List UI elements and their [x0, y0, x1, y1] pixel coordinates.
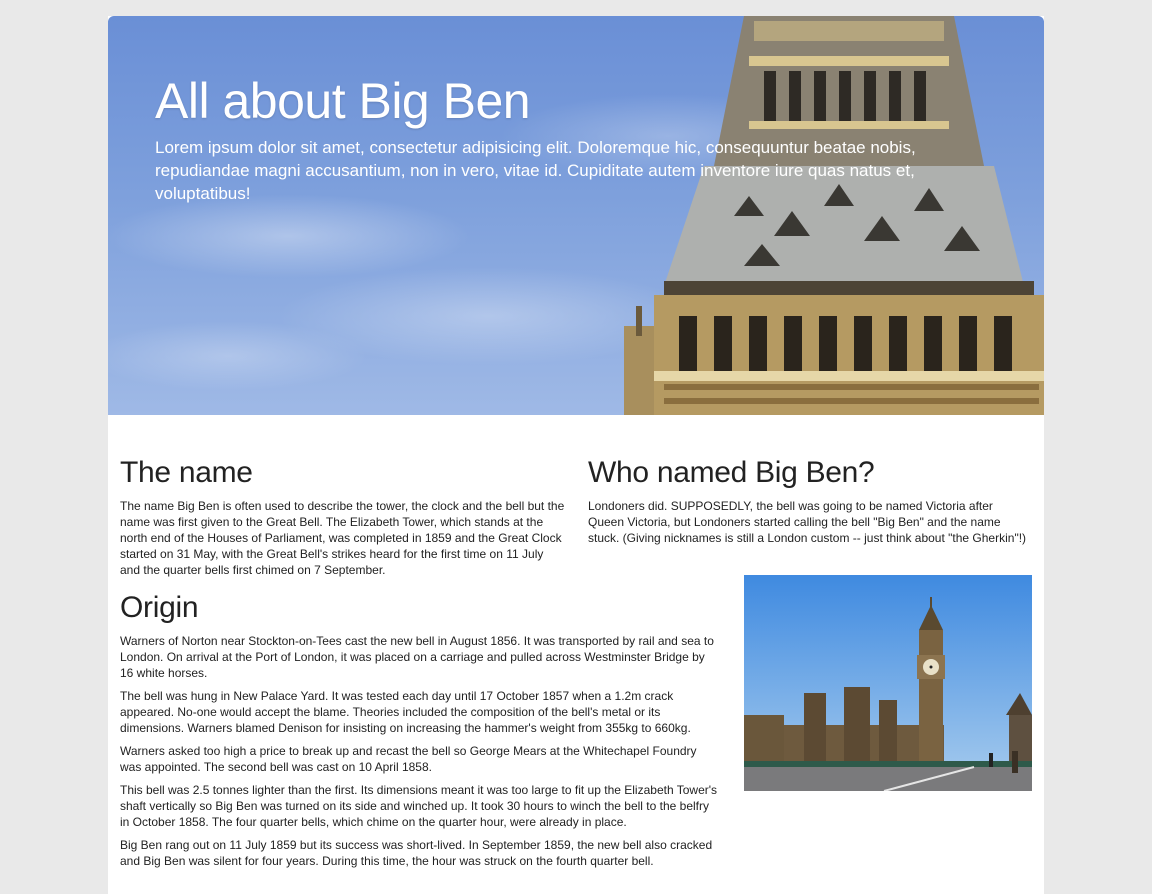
hero-title: All about Big Ben [155, 73, 531, 129]
westminster-photo [744, 575, 1032, 791]
page-container: All about Big Ben Lorem ipsum dolor sit … [108, 16, 1044, 894]
hero-jumbotron: All about Big Ben Lorem ipsum dolor sit … [108, 16, 1044, 415]
section-the-name: The name The name Big Ben is often used … [120, 456, 566, 578]
section-who-named: Who named Big Ben? Londoners did. SUPPOS… [588, 456, 1028, 546]
section-body: Londoners did. SUPPOSEDLY, the bell was … [588, 499, 1027, 545]
section-origin: Origin Warners of Norton near Stockton-o… [120, 591, 720, 876]
section-body: The name Big Ben is often used to descri… [120, 499, 565, 577]
origin-paragraph: This bell was 2.5 tonnes lighter than th… [120, 783, 718, 829]
big-ben-tower-image [624, 16, 1044, 415]
origin-paragraph: Warners asked too high a price to break … [120, 744, 697, 774]
hero-lead-text: Lorem ipsum dolor sit amet, consectetur … [155, 138, 916, 203]
origin-paragraph: Warners of Norton near Stockton-on-Tees … [120, 634, 714, 680]
westminster-palace-image [744, 575, 1032, 791]
section-heading: The name [120, 456, 253, 489]
section-heading: Who named Big Ben? [588, 456, 875, 489]
origin-paragraph: The bell was hung in New Palace Yard. It… [120, 689, 691, 735]
origin-paragraph: Big Ben rang out on 11 July 1859 but its… [120, 838, 713, 868]
section-heading: Origin [120, 591, 199, 624]
